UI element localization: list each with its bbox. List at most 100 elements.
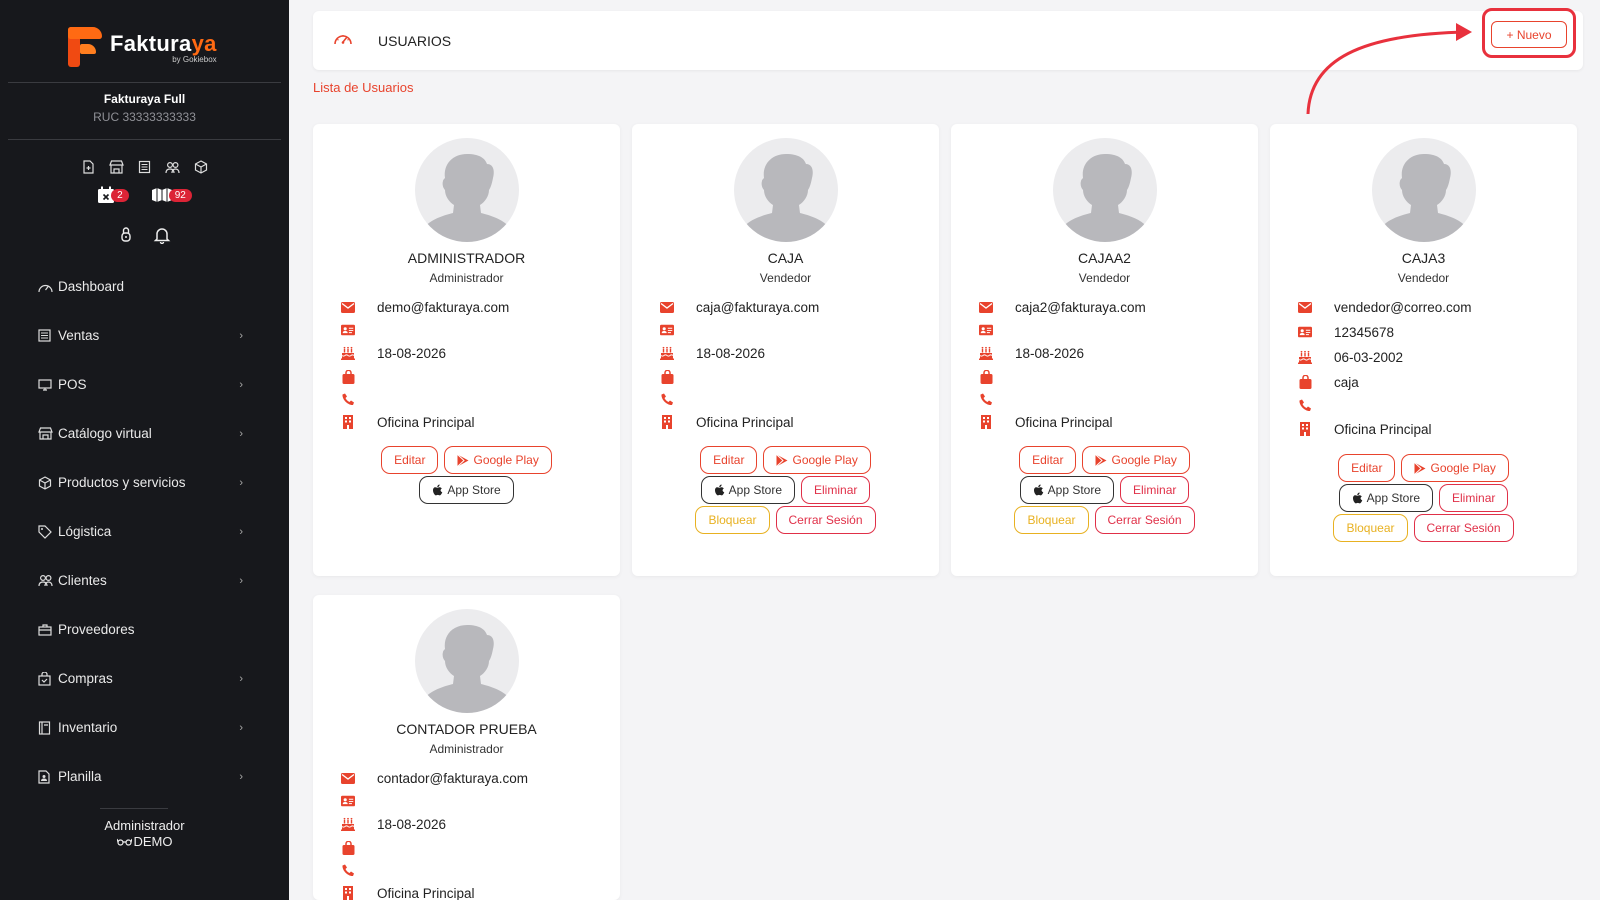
sidebar: Fakturaya by Gokiebox Fakturaya Full RUC…: [0, 0, 289, 900]
book-icon: [38, 720, 56, 736]
lock-icon[interactable]: [119, 226, 133, 249]
calendar-alert[interactable]: 2: [97, 186, 129, 204]
bell-icon[interactable]: [153, 226, 171, 249]
chevron-right-icon: ›: [239, 770, 243, 783]
user-branch-row: Oficina Principal: [1298, 420, 1432, 438]
quick-actions: [0, 158, 289, 176]
company-info: Fakturaya Full RUC 33333333333: [0, 92, 289, 124]
block-button[interactable]: Bloquear: [1014, 506, 1089, 534]
logout-button[interactable]: Cerrar Sesión: [1094, 506, 1195, 534]
users-icon: [38, 573, 56, 589]
app-store-button[interactable]: App Store: [1338, 484, 1434, 512]
user-position-row: [660, 368, 696, 386]
logout-button[interactable]: Cerrar Sesión: [1413, 514, 1514, 542]
logout-button[interactable]: Cerrar Sesión: [775, 506, 876, 534]
email-icon: [979, 300, 993, 314]
edit-button[interactable]: Editar: [1338, 454, 1396, 482]
user-card: CONTADOR PRUEBA Administrador contador@fak…: [313, 595, 620, 900]
block-button[interactable]: Bloquear: [1333, 514, 1408, 542]
boxes-alert[interactable]: 92: [151, 186, 192, 204]
email-icon: [341, 300, 355, 314]
notification-badges: 2 92: [0, 186, 289, 204]
users-icon[interactable]: [164, 158, 182, 176]
sidebar-item-clientes[interactable]: Clientes ›: [0, 556, 289, 605]
user-role: Vendedor: [1397, 271, 1450, 285]
invoice-icon[interactable]: [136, 158, 154, 176]
brand-logo[interactable]: Fakturaya by Gokiebox: [68, 24, 217, 70]
user-branch: Oficina Principal: [377, 885, 475, 900]
position-icon: [341, 370, 355, 384]
divider: [8, 139, 281, 140]
store-icon[interactable]: [108, 158, 126, 176]
sidebar-item-planilla[interactable]: Planilla ›: [0, 752, 289, 801]
sidebar-item-label: Ventas: [58, 328, 100, 343]
user-info: demo@fakturaya.com 18-08-2026 Oficina Prin…: [341, 298, 611, 438]
annotation-arrow: [1306, 23, 1472, 115]
current-user-role: Administrador: [104, 818, 185, 833]
sidebar-item-catalogo-virtual[interactable]: Catálogo virtual ›: [0, 409, 289, 458]
delete-button[interactable]: Eliminar: [1439, 484, 1509, 512]
cube-icon[interactable]: [192, 158, 210, 176]
google-play-button[interactable]: Google Play: [1082, 446, 1190, 474]
sidebar-item-label: Proveedores: [58, 622, 135, 637]
user-document-row: [979, 321, 1015, 339]
edit-button[interactable]: Editar: [381, 446, 439, 474]
user-phone-row: [660, 390, 696, 408]
phone-icon: [979, 392, 993, 406]
sidebar-item-dashboard[interactable]: Dashboard: [0, 262, 289, 311]
avatar-placeholder-icon: [1063, 154, 1147, 242]
app-store-button[interactable]: App Store: [1019, 476, 1115, 504]
sidebar-item-logistica[interactable]: Lógistica ›: [0, 507, 289, 556]
user-email: caja@fakturaya.com: [696, 299, 820, 315]
current-user-name: DEMO: [0, 834, 289, 850]
new-document-icon[interactable]: [80, 158, 98, 176]
email-icon: [1298, 300, 1312, 314]
sidebar-item-ventas[interactable]: Ventas ›: [0, 311, 289, 360]
email-icon: [660, 300, 674, 314]
apple-icon: [714, 484, 724, 495]
birthday-icon: [660, 346, 674, 360]
birthday-icon: [979, 346, 993, 360]
user-document-row: [341, 792, 377, 810]
current-user[interactable]: Administrador DEMO: [0, 818, 289, 850]
user-birthday: 06-03-2002: [1334, 349, 1404, 365]
company-name: Fakturaya Full: [103, 92, 186, 106]
user-card: CAJA3 Vendedor vendedor@correo.com 12345678…: [1270, 124, 1577, 576]
google-play-button[interactable]: Google Play: [1401, 454, 1509, 482]
sidebar-item-proveedores[interactable]: Proveedores: [0, 605, 289, 654]
user-actions: Editar Google Play App Store: [313, 446, 620, 506]
google-play-button[interactable]: Google Play: [763, 446, 871, 474]
tag-icon: [38, 524, 56, 540]
user-phone-row: [979, 390, 1015, 408]
user-actions: Editar Google Play App Store Eliminar Bloque…: [1270, 454, 1577, 544]
google-play-button[interactable]: Google Play: [444, 446, 552, 474]
user-role: Administrador: [429, 271, 504, 285]
delete-button[interactable]: Eliminar: [1120, 476, 1190, 504]
user-name: CONTADOR PRUEBA: [396, 721, 537, 737]
sidebar-item-compras[interactable]: Compras ›: [0, 654, 289, 703]
avatar: [1053, 138, 1157, 242]
user-name: CAJAA2: [1078, 250, 1131, 266]
user-info: caja@fakturaya.com 18-08-2026 Oficina Prin…: [660, 298, 930, 438]
sidebar-item-inventario[interactable]: Inventario ›: [0, 703, 289, 752]
new-user-button[interactable]: + Nuevo: [1491, 21, 1567, 48]
user-email-row: contador@fakturaya.com: [341, 769, 528, 787]
user-branch-row: Oficina Principal: [341, 413, 475, 431]
sidebar-item-label: Dashboard: [58, 279, 125, 294]
sidebar-item-pos[interactable]: POS ›: [0, 360, 289, 409]
user-actions: Editar Google Play App Store Eliminar Bloque…: [951, 446, 1258, 536]
user-phone-row: [341, 390, 377, 408]
app-store-button[interactable]: App Store: [419, 476, 514, 504]
phone-icon: [1298, 398, 1312, 412]
user-position-row: caja: [1298, 373, 1359, 391]
edit-button[interactable]: Editar: [700, 446, 758, 474]
sidebar-item-productos-y-servicios[interactable]: Productos y servicios ›: [0, 458, 289, 507]
delete-button[interactable]: Eliminar: [801, 476, 871, 504]
edit-button[interactable]: Editar: [1019, 446, 1077, 474]
user-branch-row: Oficina Principal: [341, 884, 475, 900]
file-icon: [38, 769, 56, 785]
dashboard-icon: [38, 279, 56, 295]
highlight-frame: + Nuevo: [1482, 8, 1576, 58]
block-button[interactable]: Bloquear: [695, 506, 770, 534]
app-store-button[interactable]: App Store: [700, 476, 796, 504]
